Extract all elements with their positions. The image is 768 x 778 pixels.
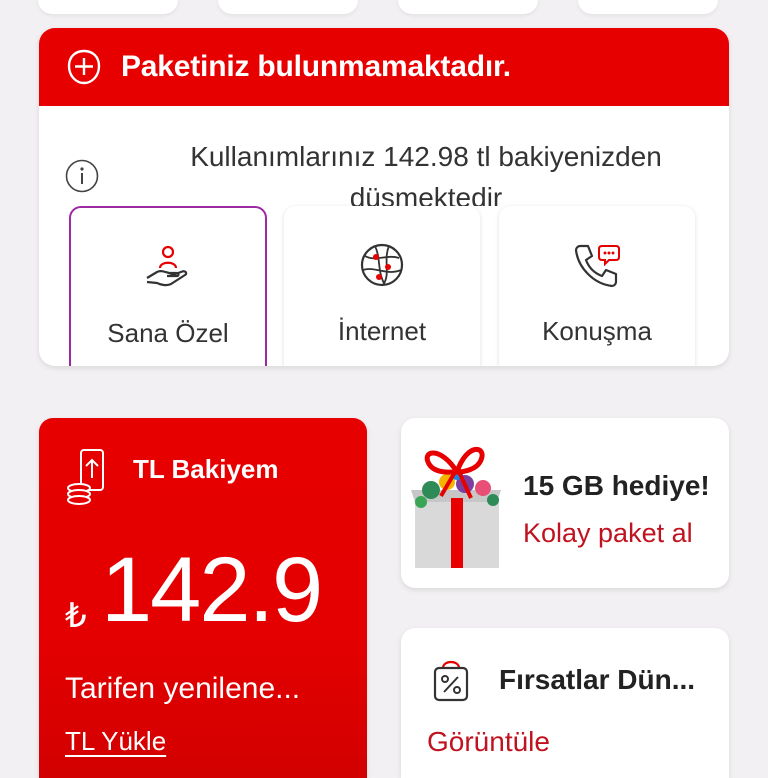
gift-card[interactable]: 15 GB hediye! Kolay paket al — [401, 418, 729, 588]
discount-bag-icon — [433, 660, 469, 702]
shield-plus-icon — [67, 49, 101, 85]
deals-link[interactable]: Görüntüle — [427, 726, 550, 758]
package-card: Paketiniz bulunmamaktadır. Kullanımların… — [39, 28, 729, 366]
tile-internet[interactable]: İnternet — [284, 206, 480, 366]
topup-link[interactable]: TL Yükle — [65, 726, 166, 757]
gift-link[interactable]: Kolay paket al — [523, 518, 693, 549]
balance-amount: 142.9 — [101, 539, 323, 641]
tile-label: Sana Özel — [107, 318, 229, 348]
gift-box-icon — [411, 446, 501, 568]
top-card-stub — [38, 0, 178, 14]
renew-text: Tarifen yenilene... — [65, 672, 301, 705]
currency-symbol: ₺ — [65, 597, 87, 635]
phone-coins-icon — [67, 449, 104, 505]
globe-icon — [360, 243, 404, 287]
balance-card[interactable]: TL Bakiyem ₺ 142.9 Tarifen yenilene... T… — [39, 418, 367, 778]
info-icon[interactable] — [64, 158, 100, 194]
tile-sana-ozel[interactable]: Sana Özel — [69, 206, 267, 366]
package-title: Paketiniz bulunmamaktadır. — [121, 50, 511, 83]
package-info-text: Kullanımlarınız 142.98 tl bakiyenizden d… — [190, 141, 662, 206]
tile-label: Konuşma — [542, 316, 652, 346]
deals-card[interactable]: Fırsatlar Dün... Görüntüle — [401, 628, 729, 778]
tile-konusma[interactable]: Konuşma — [499, 206, 695, 366]
phone-chat-icon — [574, 244, 620, 288]
gift-title: 15 GB hediye! — [523, 470, 710, 501]
top-card-stub — [218, 0, 358, 14]
top-card-stub — [578, 0, 718, 14]
package-header: Paketiniz bulunmamaktadır. — [39, 28, 729, 106]
hand-gift-icon — [146, 245, 188, 287]
balance-title: TL Bakiyem — [133, 454, 279, 484]
tile-label: İnternet — [337, 316, 427, 346]
deals-title: Fırsatlar Dün... — [499, 664, 696, 695]
top-card-stub — [398, 0, 538, 14]
